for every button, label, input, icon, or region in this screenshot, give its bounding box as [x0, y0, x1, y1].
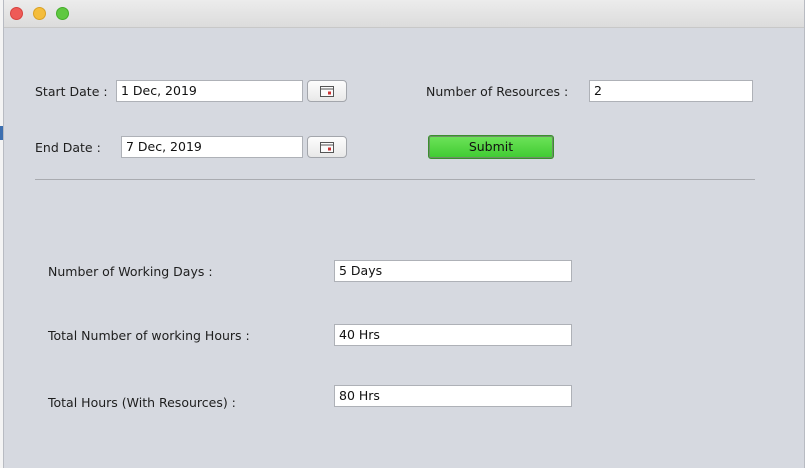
minimize-window-button[interactable] [33, 7, 46, 20]
resources-label: Number of Resources : [426, 84, 569, 99]
maximize-window-button[interactable] [56, 7, 69, 20]
app-window: Start Date : 1 Dec, 2019 End Date : 7 De… [3, 0, 805, 468]
start-date-label: Start Date : [35, 84, 108, 99]
end-date-calendar-button[interactable] [307, 136, 347, 158]
end-date-label: End Date : [35, 140, 101, 155]
submit-button[interactable]: Submit [428, 135, 554, 159]
working-hours-label: Total Number of working Hours : [48, 328, 250, 343]
working-days-field[interactable]: 5 Days [334, 260, 572, 282]
start-date-calendar-button[interactable] [307, 80, 347, 102]
end-date-field[interactable]: 7 Dec, 2019 [121, 136, 303, 158]
total-hours-field[interactable]: 80 Hrs [334, 385, 572, 407]
working-hours-field[interactable]: 40 Hrs [334, 324, 572, 346]
calendar-icon [320, 142, 334, 153]
resources-field[interactable]: 2 [589, 80, 753, 102]
start-date-field[interactable]: 1 Dec, 2019 [116, 80, 303, 102]
total-hours-label: Total Hours (With Resources) : [48, 395, 236, 410]
title-bar[interactable] [4, 0, 804, 28]
section-divider [35, 179, 755, 180]
calendar-icon [320, 86, 334, 97]
close-window-button[interactable] [10, 7, 23, 20]
working-days-label: Number of Working Days : [48, 264, 213, 279]
